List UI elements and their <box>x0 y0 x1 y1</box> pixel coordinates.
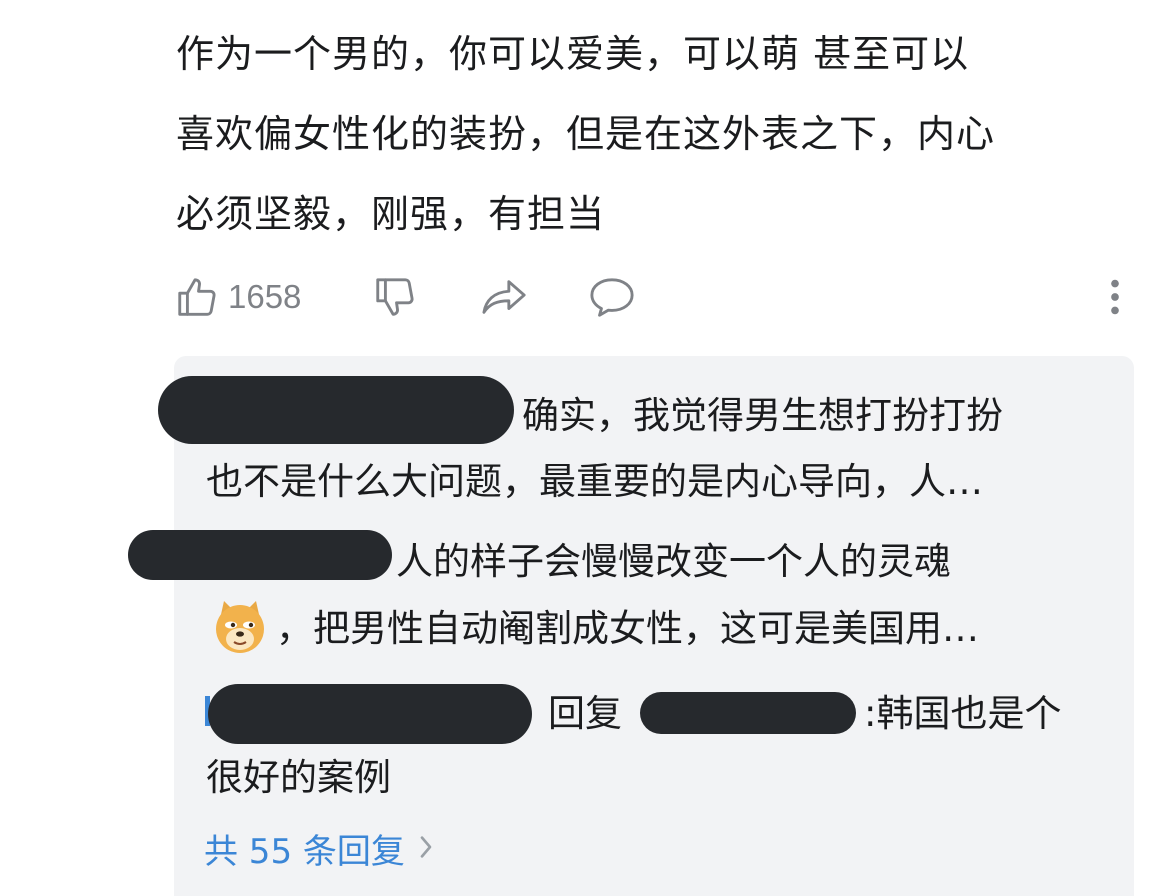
comment-line: 喜欢偏女性化的装扮，但是在这外表之下，内心 <box>176 112 996 156</box>
like-count: 1658 <box>228 278 302 315</box>
redacted-username <box>128 530 392 580</box>
comment-body: 作为一个男的，你可以爱美，可以萌 甚至可以 喜欢偏女性化的装扮，但是在这外表之下… <box>176 14 1136 254</box>
doge-emoji-icon <box>210 597 270 657</box>
comment-line: 作为一个男的，你可以爱美，可以萌 甚至可以 <box>176 32 970 76</box>
chevron-right-icon <box>419 828 433 868</box>
redacted-username <box>158 376 514 444</box>
comment-thread: 作为一个男的，你可以爱美，可以萌 甚至可以 喜欢偏女性化的装扮，但是在这外表之下… <box>0 0 1170 896</box>
reply-item: ，把男性自动阉割成女性，这可是美国用… <box>210 595 979 663</box>
thumbs-up-icon <box>174 274 220 320</box>
more-vertical-icon <box>1100 274 1130 320</box>
reply-line: 也不是什么大问题，最重要的是内心导向，人… <box>206 460 983 503</box>
reply-button[interactable] <box>587 262 637 332</box>
reply-line: 很好的案例 <box>206 756 391 799</box>
dislike-button[interactable] <box>372 262 418 332</box>
reply-line: 确实，我觉得男生想打扮打扮 <box>522 394 1003 437</box>
more-replies-label: 共 55 条回复 <box>204 831 405 872</box>
comment-line: 必须坚毅，刚强，有担当 <box>176 192 606 236</box>
redacted-username <box>208 684 532 744</box>
comment-bubble-icon <box>587 274 637 320</box>
reply-line: 人的样子会慢慢改变一个人的灵魂 <box>396 540 951 583</box>
thumbs-down-icon <box>372 274 418 320</box>
reply-line: :韩国也是个 <box>864 692 1062 735</box>
more-options-button[interactable] <box>1100 262 1130 332</box>
reply-line: ，把男性自动阉割成女性，这可是美国用… <box>276 607 979 650</box>
share-icon <box>480 274 530 320</box>
like-button[interactable]: 1658 <box>174 262 301 332</box>
comment-actions: 1658 <box>0 262 1170 332</box>
share-button[interactable] <box>480 262 530 332</box>
redacted-reply-target <box>640 692 856 734</box>
reply-label: 回复 <box>548 692 622 735</box>
view-all-replies-link[interactable]: 共 55 条回复 <box>204 818 433 878</box>
